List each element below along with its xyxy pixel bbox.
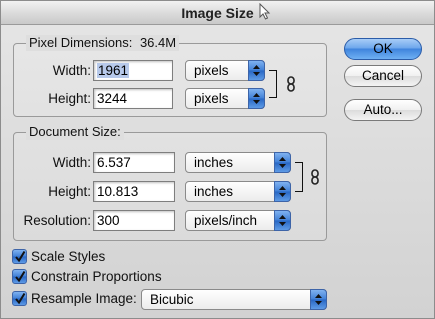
pixel-height-value: 3244: [97, 91, 128, 106]
scale-styles-label[interactable]: Scale Styles: [31, 249, 105, 265]
resolution-label: Resolution:: [23, 213, 91, 228]
chevron-updown-icon: [274, 181, 291, 202]
chevron-updown-icon: [274, 152, 291, 173]
resample-method-select[interactable]: Bicubic: [141, 289, 327, 310]
pixel-width-value: 1961: [97, 63, 130, 78]
doc-height-field[interactable]: 10.813: [93, 181, 175, 202]
pixel-dimensions-label: Pixel Dimensions:: [29, 35, 133, 50]
resolution-unit-select[interactable]: pixels/inch: [185, 210, 291, 231]
chevron-updown-icon: [274, 210, 291, 231]
checkmark-icon: [15, 250, 26, 263]
doc-width-field[interactable]: 6.537: [93, 152, 175, 173]
doc-width-unit-select[interactable]: inches: [185, 152, 291, 173]
constrain-proportions-label[interactable]: Constrain Proportions: [31, 269, 162, 285]
resolution-field[interactable]: 300: [93, 210, 175, 231]
window-title: Image Size: [181, 5, 254, 21]
ok-button[interactable]: OK: [344, 38, 422, 60]
chevron-updown-icon: [310, 289, 327, 310]
mouse-pointer-icon: [259, 3, 271, 20]
checkmark-icon: [15, 270, 26, 283]
resolution-value: 300: [97, 213, 120, 228]
pixel-dimensions-heading: Pixel Dimensions: 36.4M: [26, 35, 180, 51]
pixel-width-unit: pixels: [194, 63, 229, 78]
doc-height-value: 10.813: [97, 184, 139, 199]
resample-image-checkbox[interactable]: [12, 291, 27, 306]
doc-height-unit-select[interactable]: inches: [185, 181, 291, 202]
chevron-updown-icon: [248, 60, 265, 81]
chevron-updown-icon: [248, 88, 265, 109]
doc-height-unit: inches: [194, 184, 234, 199]
doc-width-unit: inches: [194, 155, 234, 170]
doc-width-value: 6.537: [97, 155, 131, 170]
pixel-width-label: Width:: [52, 63, 91, 78]
pixel-height-label: Height:: [48, 91, 91, 106]
pixel-height-unit: pixels: [194, 91, 229, 106]
title-bar[interactable]: Image Size: [1, 1, 434, 25]
doc-width-label: Width:: [52, 155, 91, 170]
resolution-unit: pixels/inch: [194, 213, 258, 228]
pixel-width-field[interactable]: 1961: [93, 60, 173, 81]
pixel-constrain-bracket: [269, 70, 277, 98]
pixel-height-unit-select[interactable]: pixels: [185, 88, 265, 109]
pixel-dimensions-size: 36.4M: [139, 35, 177, 50]
resample-image-label[interactable]: Resample Image:: [31, 291, 137, 307]
pixel-width-unit-select[interactable]: pixels: [185, 60, 265, 81]
document-size-heading: Document Size:: [26, 124, 124, 140]
document-size-label: Document Size:: [29, 124, 121, 139]
chain-link-icon: [311, 169, 319, 185]
resample-method-value: Bicubic: [150, 292, 194, 307]
image-size-dialog: Image Size Pixel Dimensions: 36.4M Width…: [0, 0, 435, 319]
document-constrain-bracket: [295, 162, 303, 192]
cancel-button[interactable]: Cancel: [344, 65, 422, 87]
constrain-proportions-checkbox[interactable]: [12, 269, 27, 284]
checkmark-icon: [15, 292, 26, 305]
chain-link-icon: [287, 76, 295, 92]
doc-height-label: Height:: [48, 184, 91, 199]
scale-styles-checkbox[interactable]: [12, 249, 27, 264]
pixel-height-field[interactable]: 3244: [93, 88, 173, 109]
auto-button[interactable]: Auto...: [344, 99, 422, 121]
